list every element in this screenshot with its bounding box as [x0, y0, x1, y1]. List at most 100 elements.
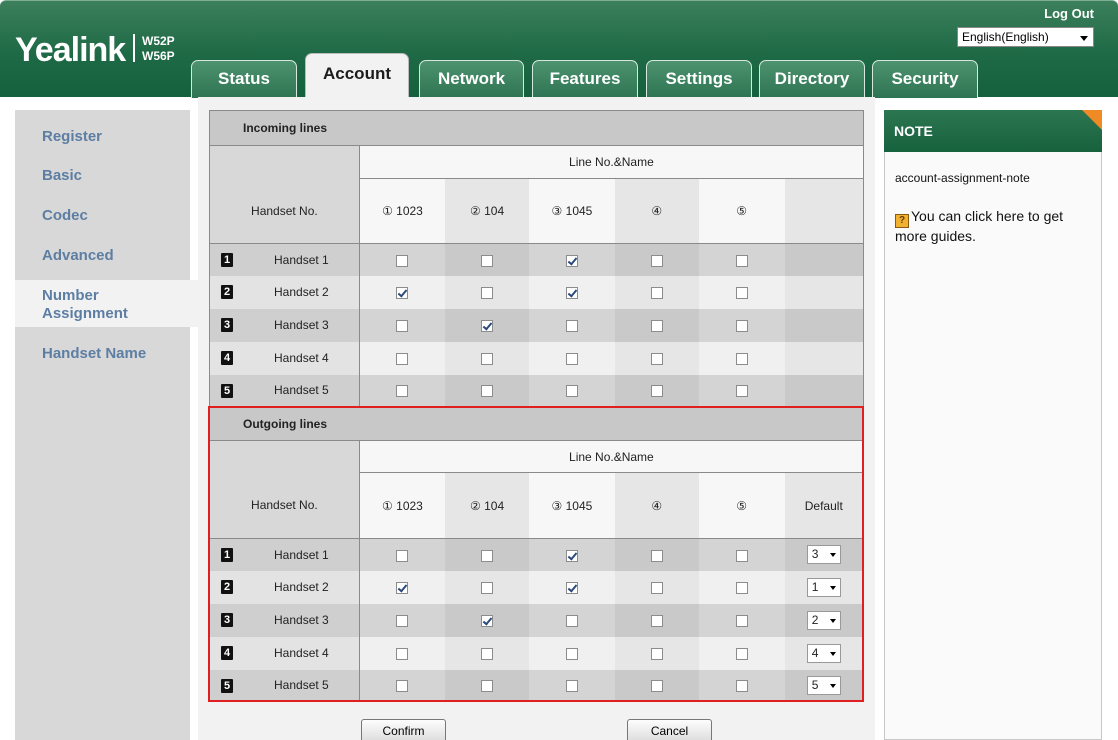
line-checkbox[interactable] — [735, 319, 748, 332]
empty-cell — [784, 308, 864, 342]
default-header: Default — [784, 472, 864, 539]
line-checkbox[interactable] — [735, 647, 748, 660]
handset-number-icon: 4 — [221, 646, 233, 661]
line-checkbox[interactable] — [481, 319, 494, 332]
line-checkbox[interactable] — [650, 254, 663, 267]
checkbox-cell — [445, 243, 530, 276]
line-checkbox[interactable] — [735, 549, 748, 562]
header-blank — [209, 145, 360, 179]
line-checkbox[interactable] — [650, 647, 663, 660]
logout-link[interactable]: Log Out — [1044, 6, 1094, 21]
note-guide-label[interactable]: You can click here to get more guides. — [895, 208, 1063, 244]
tab-network[interactable]: Network — [419, 60, 524, 98]
language-select[interactable]: English(English) — [957, 27, 1094, 47]
confirm-button[interactable]: Confirm — [361, 719, 446, 740]
default-line-select[interactable]: 1 — [806, 577, 841, 597]
default-line-select[interactable]: 2 — [806, 610, 841, 630]
line-checkbox[interactable] — [481, 614, 494, 627]
line-checkbox[interactable] — [396, 647, 409, 660]
line-checkbox[interactable] — [650, 581, 663, 594]
line-checkbox[interactable] — [735, 352, 748, 365]
tab-status[interactable]: Status — [191, 60, 297, 98]
handset-label-cell: 5 Handset 5 — [209, 374, 360, 407]
line-checkbox[interactable] — [735, 286, 748, 299]
tab-security[interactable]: Security — [872, 60, 978, 98]
line-checkbox[interactable] — [735, 614, 748, 627]
line-checkbox[interactable] — [565, 254, 578, 267]
line-checkbox[interactable] — [735, 581, 748, 594]
table-row: 4 Handset 4 — [209, 341, 864, 375]
line-checkbox[interactable] — [481, 680, 494, 693]
line-checkbox[interactable] — [735, 680, 748, 693]
line-checkbox[interactable] — [650, 352, 663, 365]
checkbox-cell — [445, 538, 529, 571]
default-line-select[interactable]: 3 — [806, 545, 841, 565]
line-checkbox[interactable] — [650, 680, 663, 693]
tab-directory[interactable]: Directory — [759, 60, 865, 98]
checkbox-cell — [529, 603, 615, 637]
line-checkbox[interactable] — [650, 614, 663, 627]
checkbox-cell — [698, 374, 785, 407]
checkbox-cell — [359, 570, 446, 604]
line-checkbox[interactable] — [650, 286, 663, 299]
tab-settings[interactable]: Settings — [646, 60, 752, 98]
line-checkbox[interactable] — [481, 254, 494, 267]
line-checkbox[interactable] — [565, 614, 578, 627]
checkbox-cell — [359, 275, 446, 309]
line-checkbox[interactable] — [650, 549, 663, 562]
sidebar-item-basic[interactable]: Basic — [42, 167, 82, 185]
handset-name: Handset 5 — [274, 383, 329, 398]
line-checkbox[interactable] — [481, 385, 494, 398]
default-line-select[interactable]: 5 — [806, 675, 841, 695]
line-checkbox[interactable] — [565, 581, 578, 594]
line-checkbox[interactable] — [735, 254, 748, 267]
model-w52p: W52P — [142, 34, 175, 48]
line-checkbox[interactable] — [565, 286, 578, 299]
empty-cell — [784, 275, 864, 309]
sidebar-item-codec[interactable]: Codec — [42, 207, 88, 225]
line-checkbox[interactable] — [396, 549, 409, 562]
line-checkbox[interactable] — [396, 319, 409, 332]
line-header-1: ① 1023 — [359, 178, 446, 244]
line-checkbox[interactable] — [396, 680, 409, 693]
line-checkbox[interactable] — [481, 352, 494, 365]
sidebar-item-register[interactable]: Register — [42, 128, 102, 146]
checkbox-cell — [614, 275, 699, 309]
line-checkbox[interactable] — [481, 647, 494, 660]
handset-label-cell: 3 Handset 3 — [209, 308, 360, 342]
line-checkbox[interactable] — [565, 352, 578, 365]
cancel-button[interactable]: Cancel — [627, 719, 712, 740]
line-checkbox[interactable] — [481, 549, 494, 562]
line-checkbox[interactable] — [396, 581, 409, 594]
sidebar-item-number-assignment[interactable]: Number Assignment — [42, 287, 152, 323]
tab-account[interactable]: Account — [305, 53, 409, 98]
checkbox-cell — [445, 341, 530, 375]
line-checkbox[interactable] — [565, 647, 578, 660]
default-line-select[interactable]: 4 — [806, 643, 841, 663]
tab-features[interactable]: Features — [532, 60, 638, 98]
line-checkbox[interactable] — [396, 254, 409, 267]
line-checkbox[interactable] — [396, 286, 409, 299]
line-checkbox[interactable] — [481, 286, 494, 299]
handset-number-icon: 4 — [221, 351, 233, 366]
help-icon[interactable]: ? — [895, 214, 909, 228]
table-row: 2 Handset 2 — [209, 275, 864, 309]
sidebar-item-handset-name[interactable]: Handset Name — [42, 345, 146, 363]
handset-label-cell: 1 Handset 1 — [209, 243, 360, 276]
line-checkbox[interactable] — [565, 385, 578, 398]
line-checkbox[interactable] — [650, 385, 663, 398]
line-checkbox[interactable] — [565, 319, 578, 332]
line-checkbox[interactable] — [396, 352, 409, 365]
line-checkbox[interactable] — [396, 614, 409, 627]
note-guide-text[interactable]: ? You can click here to get more guides. — [895, 208, 1090, 245]
line-checkbox[interactable] — [650, 319, 663, 332]
line-header-5: ⑤ — [698, 178, 785, 244]
line-checkbox[interactable] — [565, 549, 578, 562]
line-checkbox[interactable] — [565, 680, 578, 693]
sidebar-item-advanced[interactable]: Advanced — [42, 247, 114, 265]
checkbox-cell — [529, 275, 615, 309]
table-row: 1 Handset 1 — [209, 243, 864, 276]
line-checkbox[interactable] — [481, 581, 494, 594]
line-checkbox[interactable] — [396, 385, 409, 398]
line-checkbox[interactable] — [735, 385, 748, 398]
